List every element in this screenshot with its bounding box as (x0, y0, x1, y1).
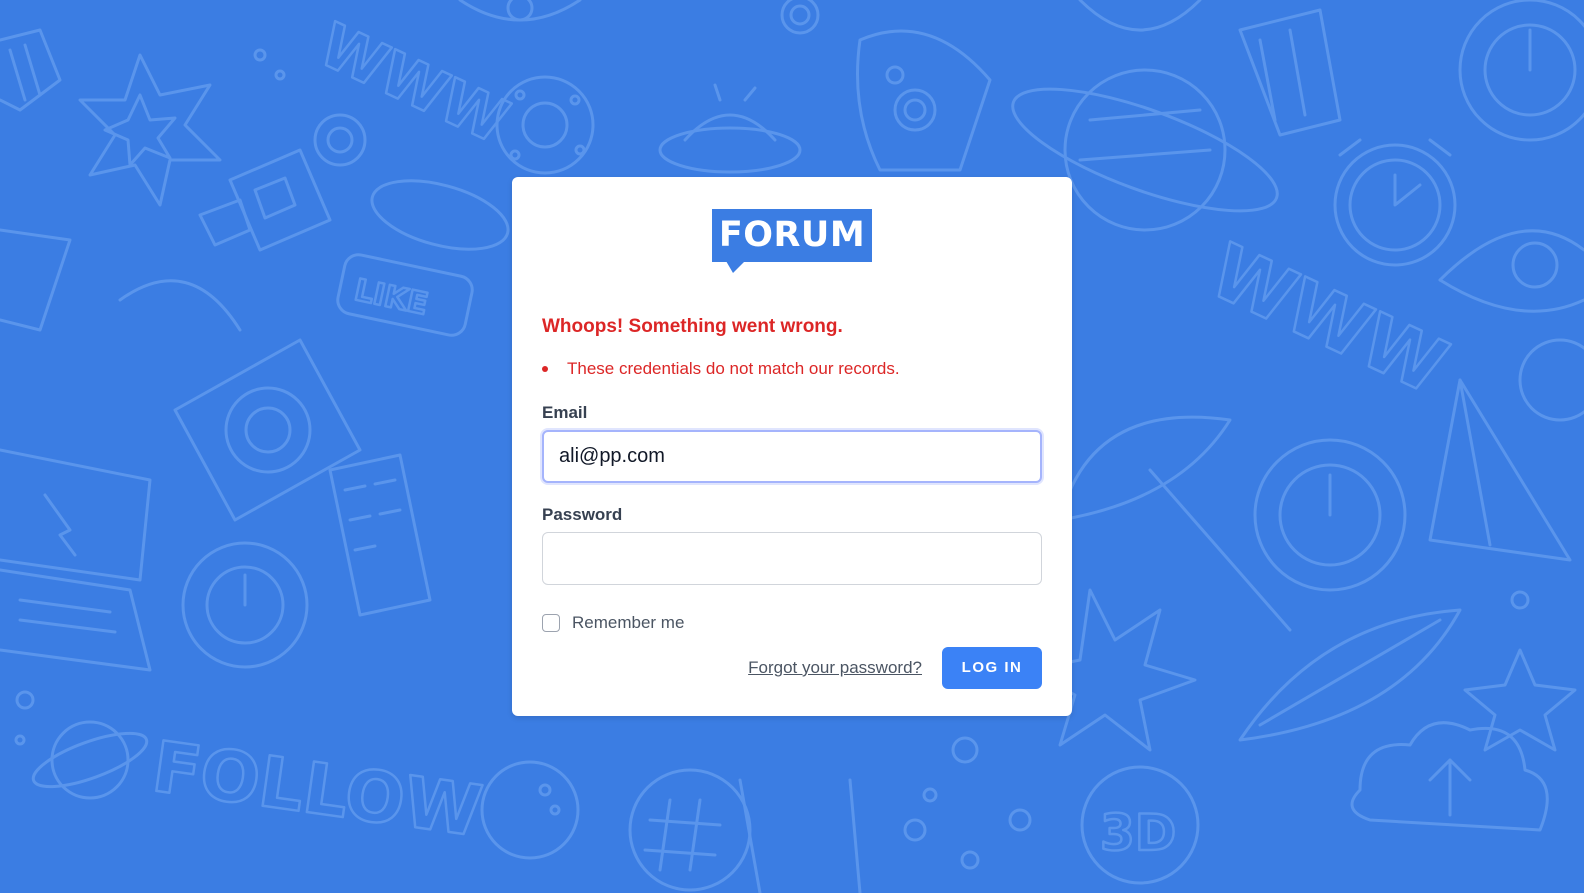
star-doodle (1463, 648, 1577, 752)
laptop-doodle (0, 448, 152, 672)
error-list: These credentials do not match our recor… (542, 359, 900, 379)
hashtag-doodle (628, 768, 752, 892)
cup-doodle-top (1078, 0, 1342, 137)
eye-doodle-right (1438, 229, 1584, 313)
ufo-doodle (658, 83, 802, 174)
building-doodle (328, 453, 432, 617)
email-label: Email (542, 403, 588, 422)
email-field[interactable] (542, 430, 1042, 483)
cupcake-doodle (0, 28, 62, 112)
login-card: FORUM Whoops! Something went wrong. Thes… (512, 177, 1072, 716)
error-item: These credentials do not match our recor… (542, 359, 900, 379)
eye-doodle-top (458, 0, 582, 22)
donut-doodle (495, 75, 595, 175)
www-doodle-right: WWW (1197, 227, 1459, 412)
password-field[interactable] (542, 532, 1042, 585)
power-icon-doodle-right (1253, 438, 1407, 592)
logo-speech-tail (726, 261, 745, 273)
feather-doodle (1238, 608, 1462, 742)
like-doodle-text: LIKE (351, 273, 431, 323)
surfboard-doodle (370, 179, 510, 251)
error-title: Whoops! Something went wrong. (542, 316, 843, 337)
error-bullet (542, 366, 548, 372)
3d-badge-doodle (1080, 765, 1200, 885)
forgot-password-link[interactable]: Forgot your password? (748, 658, 922, 678)
planet-doodle-bottom-left (31, 720, 149, 800)
spiral-doodle (780, 0, 820, 35)
cookie-doodle (480, 760, 580, 860)
paper-plane-doodle (1428, 378, 1572, 562)
remember-me-row[interactable]: Remember me (542, 612, 684, 634)
error-message: These credentials do not match our recor… (567, 359, 900, 378)
follow-doodle-text: FOLLOW (148, 726, 487, 853)
clock-doodle (1333, 138, 1457, 267)
cloud-upload-doodle (1350, 721, 1549, 832)
power-icon-doodle-top (1458, 0, 1584, 142)
burst-doodle (78, 53, 222, 207)
like-badge-doodle (336, 253, 474, 337)
astronaut-doodle (198, 113, 367, 252)
umbrella-doodle (1058, 415, 1292, 632)
login-button[interactable]: LOG IN (942, 647, 1042, 689)
remember-me-label[interactable]: Remember me (572, 613, 684, 633)
forum-logo[interactable]: FORUM (712, 209, 872, 275)
camera-doodle (118, 279, 362, 522)
rocket-doodle (856, 29, 992, 172)
3d-doodle-text: 3D (1100, 804, 1176, 862)
power-icon-doodle-left (181, 541, 309, 669)
password-label: Password (542, 505, 623, 524)
remember-me-checkbox[interactable] (542, 614, 560, 632)
www-doodle-top: WWW (309, 10, 519, 157)
logo-text: FORUM (712, 209, 872, 262)
